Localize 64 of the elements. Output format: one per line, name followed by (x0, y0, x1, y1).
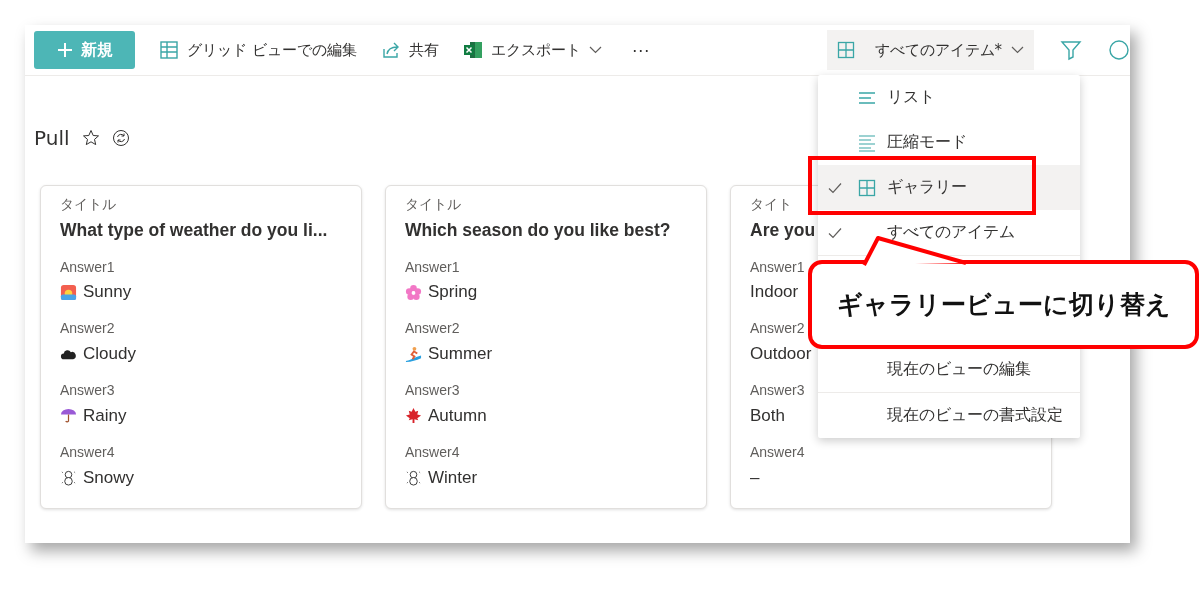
field-label: Answer2 (405, 320, 460, 338)
field-value: Indoor (750, 282, 799, 303)
umbrella-icon (60, 407, 77, 425)
snowman-icon (405, 469, 422, 487)
page-title: Pull (34, 126, 70, 150)
field-label: Answer1 (750, 258, 805, 276)
menu-item[interactable]: 現在のビューの編集 (818, 347, 1080, 392)
toolbar-button[interactable]: グリッド ビューでの編集 (159, 40, 357, 60)
field-label: Answer3 (60, 382, 115, 399)
compact-list-icon (858, 133, 876, 152)
chevron-down-icon (1011, 46, 1024, 54)
grid-icon (159, 40, 179, 60)
field-label: Answer1 (405, 258, 460, 276)
field-value: Rainy (83, 405, 127, 426)
field-label: Answer3 (750, 382, 805, 399)
card-title: Which season do you like best? (405, 218, 671, 242)
field-label: Answer2 (750, 320, 805, 338)
sync-icon[interactable] (111, 129, 130, 147)
surfer-icon (405, 345, 422, 363)
field-label: タイト (750, 196, 792, 213)
star-icon[interactable] (81, 129, 100, 147)
toolbar-button[interactable]: エクスポート (462, 40, 602, 60)
field-label: Answer3 (405, 382, 460, 399)
plus-icon (56, 42, 73, 58)
field-value: Spring (428, 282, 478, 303)
circle-icon[interactable] (1108, 39, 1130, 61)
field-label: Answer4 (750, 443, 805, 461)
field-value: Winter (428, 467, 478, 488)
gallery-card[interactable]: タイトル Which season do you like best? Answer1 Spring Answer2 Summer Answer3 Autumn Answer4 Winter (385, 185, 707, 509)
view-selector[interactable]: すべてのアイテム* (826, 30, 1034, 70)
field-label: Answer2 (60, 320, 115, 338)
field-label: タイトル (60, 196, 116, 213)
maple-leaf-icon (405, 407, 422, 425)
grid-icon (836, 41, 855, 59)
field-label: Answer4 (60, 443, 115, 461)
field-value: – (750, 467, 760, 488)
menu-item[interactable]: リスト (818, 75, 1080, 120)
field-label: Answer1 (60, 258, 115, 276)
field-value: Autumn (428, 405, 487, 426)
field-value: Summer (428, 344, 493, 365)
field-label: タイトル (405, 196, 461, 213)
field-value: Sunny (83, 282, 132, 303)
field-value: Cloudy (83, 344, 136, 365)
card-title: Are you (750, 218, 816, 242)
field-label: Answer4 (405, 443, 460, 461)
spreadsheet-icon (462, 40, 483, 60)
menu-item[interactable]: ギャラリー (818, 165, 1080, 210)
chevron-down-icon (588, 46, 602, 54)
menu-item[interactable]: 圧縮モード (818, 120, 1080, 165)
share-icon (380, 40, 401, 60)
field-value: Both (750, 405, 785, 426)
snowman-icon (60, 469, 77, 487)
filter-icon[interactable] (1060, 39, 1082, 61)
gallery-card[interactable]: タイトル What type of weather do you li... Answer1 Sunny Answer2 Cloudy Answer3 Rainy Answer4 Snowy (40, 185, 362, 509)
card-title: What type of weather do you li... (60, 218, 328, 242)
grid-icon (858, 178, 876, 197)
blossom-icon (405, 283, 422, 301)
field-value: Outdoor (750, 344, 812, 365)
field-value: Snowy (83, 467, 135, 488)
menu-item[interactable]: 現在のビューの書式設定 (818, 393, 1080, 438)
more-button[interactable]: ··· (631, 39, 650, 61)
sunrise-icon (60, 283, 77, 301)
callout-text: ギャラリービューに切り替え (836, 289, 1171, 321)
toolbar-button[interactable]: 共有 (380, 40, 439, 60)
